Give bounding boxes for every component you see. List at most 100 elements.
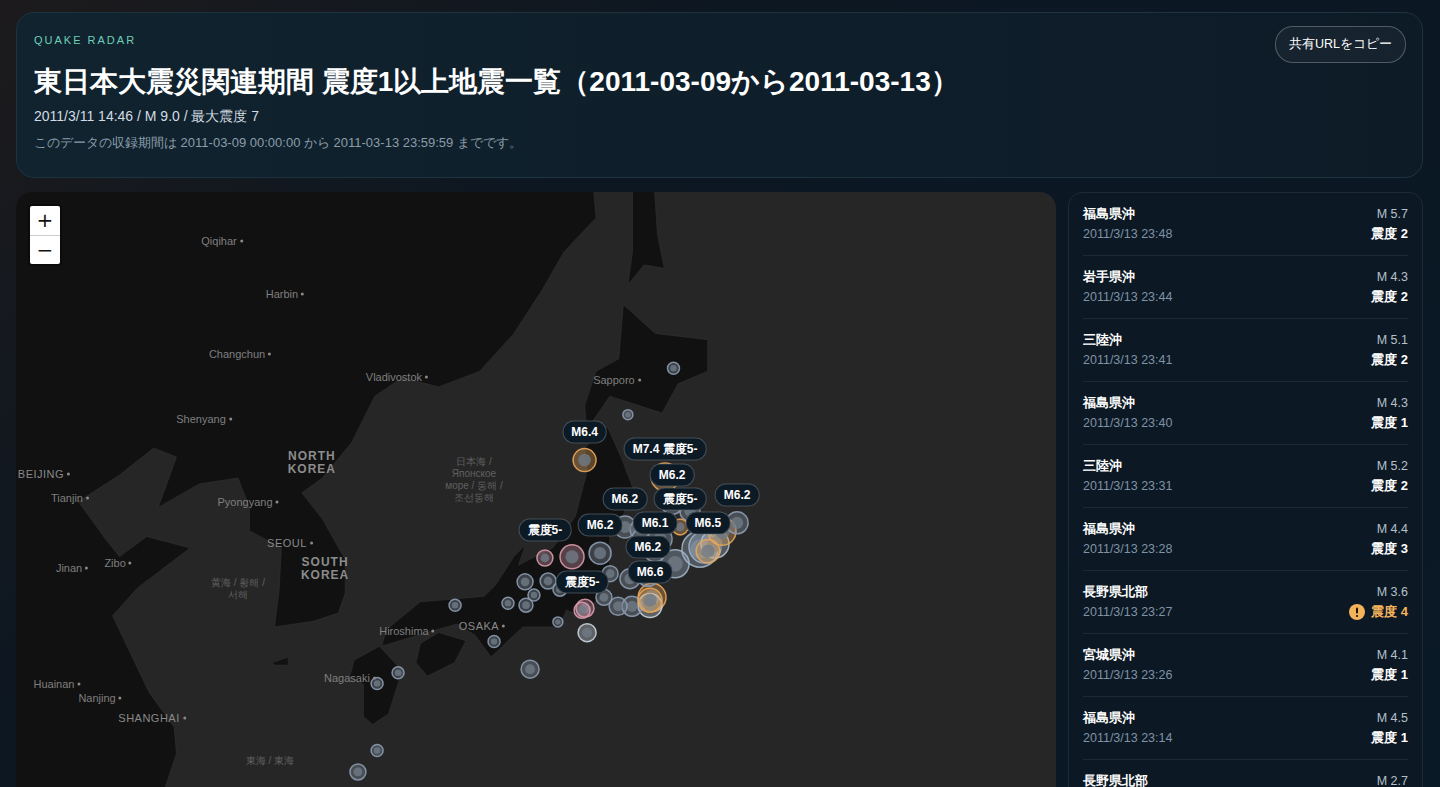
- event-row[interactable]: 福島県沖 2011/3/13 23:48 M 5.7 震度 2: [1083, 193, 1408, 256]
- event-time: 2011/3/13 23:40: [1083, 414, 1172, 432]
- quake-marker-core: [555, 619, 561, 625]
- quake-marker[interactable]: [517, 574, 533, 590]
- event-row[interactable]: 福島県沖 2011/3/13 23:14 M 4.5 震度 1: [1083, 697, 1408, 760]
- event-time: 2011/3/13 23:26: [1083, 666, 1172, 684]
- event-magnitude: M 4.4: [1371, 520, 1408, 538]
- quake-marker[interactable]: [574, 602, 590, 618]
- event-magnitude: M 4.3: [1371, 394, 1408, 412]
- map-place-label: NORTH KOREA: [277, 450, 347, 476]
- city-dot-icon: [425, 375, 428, 378]
- header-text: QUAKE RADAR 東日本大震災関連期間 震度1以上地震一覧（2011-03…: [34, 33, 959, 151]
- city-dot-icon: [502, 624, 505, 627]
- intensity-text: 震度 2: [1371, 288, 1408, 306]
- city-dot-icon: [240, 239, 243, 242]
- quake-label[interactable]: M6.1: [633, 512, 678, 535]
- quake-marker[interactable]: [502, 597, 514, 609]
- quake-marker[interactable]: [638, 588, 662, 612]
- event-info: 長野県北部 2011/3/13 23:27: [1083, 583, 1172, 621]
- event-metrics: M 4.1 震度 1: [1371, 646, 1408, 684]
- place-name: Zibo: [104, 556, 125, 569]
- quake-label[interactable]: M6.2: [603, 487, 648, 510]
- event-row[interactable]: 福島県沖 2011/3/13 23:40 M 4.3 震度 1: [1083, 382, 1408, 445]
- quake-marker[interactable]: [623, 410, 633, 420]
- map-place-label: Hiroshima: [379, 625, 435, 638]
- map-place-label: Qiqihar: [201, 234, 242, 247]
- quake-marker-core: [374, 680, 381, 687]
- quake-marker-core: [701, 545, 714, 558]
- event-list: 福島県沖 2011/3/13 23:48 M 5.7 震度 2岩手県沖 2011…: [1068, 192, 1423, 787]
- intensity-text: 震度 2: [1371, 351, 1408, 369]
- intensity-text: 震度 2: [1371, 477, 1408, 495]
- event-row[interactable]: 長野県北部 2011/3/13 23:27 M 3.6 震度 4: [1083, 571, 1408, 634]
- quake-marker[interactable]: [537, 550, 553, 566]
- zoom-out-button[interactable]: −: [30, 235, 60, 264]
- quake-marker[interactable]: [350, 764, 366, 780]
- quake-marker[interactable]: [667, 362, 679, 374]
- event-row[interactable]: 宮城県沖 2011/3/13 23:26 M 4.1 震度 1: [1083, 634, 1408, 697]
- map-place-label: 日本海 / Японское море / 동해 / 조선동해: [443, 456, 505, 504]
- zoom-in-button[interactable]: +: [30, 206, 60, 235]
- place-name: Nanjing: [78, 691, 115, 704]
- event-info: 岩手県沖 2011/3/13 23:44: [1083, 268, 1172, 306]
- land-shape: [382, 427, 633, 657]
- event-metrics: M 4.4 震度 3: [1371, 520, 1408, 558]
- quake-marker[interactable]: [578, 624, 596, 642]
- quake-marker[interactable]: [488, 636, 500, 648]
- quake-label[interactable]: 震度5-: [556, 571, 609, 594]
- place-name: OSAKA: [459, 619, 499, 632]
- place-name: SOUTH KOREA: [290, 556, 360, 582]
- city-dot-icon: [268, 352, 271, 355]
- quake-marker[interactable]: [449, 599, 461, 611]
- event-row[interactable]: 三陸沖 2011/3/13 23:41 M 5.1 震度 2: [1083, 319, 1408, 382]
- map[interactable]: Qiqihar Harbin Changchun Vladivostok She…: [16, 192, 1056, 787]
- event-row[interactable]: 岩手県沖 2011/3/13 23:44 M 4.3 震度 2: [1083, 256, 1408, 319]
- quake-label[interactable]: M6.5: [686, 512, 731, 535]
- intensity-text: 震度 1: [1371, 666, 1408, 684]
- place-name: Hiroshima: [379, 625, 429, 638]
- quake-marker-core: [578, 454, 591, 467]
- place-name: 東海 / 東海: [246, 755, 294, 767]
- quake-marker[interactable]: [573, 449, 596, 472]
- land-shape: [585, 304, 708, 430]
- event-metrics: M 3.6 震度 4: [1349, 583, 1408, 621]
- city-dot-icon: [301, 292, 304, 295]
- event-info: 三陸沖 2011/3/13 23:31: [1083, 457, 1172, 495]
- event-row[interactable]: 長野県北部 M 2.7: [1083, 760, 1408, 787]
- event-info: 三陸沖 2011/3/13 23:41: [1083, 331, 1172, 369]
- place-name: SEOUL: [267, 537, 307, 550]
- quake-label[interactable]: M6.4: [562, 421, 607, 444]
- quake-marker[interactable]: [371, 744, 383, 756]
- quake-marker[interactable]: [560, 545, 584, 569]
- event-row[interactable]: 三陸沖 2011/3/13 23:31 M 5.2 震度 2: [1083, 445, 1408, 508]
- quake-marker[interactable]: [696, 539, 720, 563]
- land-shape: [350, 646, 403, 724]
- quake-label[interactable]: 震度5-: [519, 518, 572, 541]
- quake-label[interactable]: 震度5-: [654, 487, 707, 510]
- intensity-text: 震度 3: [1371, 540, 1408, 558]
- map-place-label: SHANGHAI: [118, 711, 185, 724]
- quake-label[interactable]: M6.2: [715, 483, 760, 506]
- copy-share-url-button[interactable]: 共有URLをコピー: [1275, 26, 1406, 63]
- map-place-label: Nanjing: [78, 691, 121, 704]
- event-intensity: 震度 2: [1371, 351, 1408, 369]
- place-name: Vladivostok: [366, 370, 422, 383]
- quake-label[interactable]: M6.6: [628, 561, 673, 584]
- event-metrics: M 4.3 震度 1: [1371, 394, 1408, 432]
- quake-marker[interactable]: [392, 667, 404, 679]
- event-place: 福島県沖: [1083, 520, 1172, 538]
- quake-marker[interactable]: [521, 660, 539, 678]
- page-title: 東日本大震災関連期間 震度1以上地震一覧（2011-03-09から2011-03…: [34, 65, 959, 99]
- quake-marker[interactable]: [589, 542, 611, 564]
- quake-label[interactable]: M6.2: [650, 464, 695, 487]
- quake-marker[interactable]: [371, 678, 383, 690]
- quake-marker[interactable]: [519, 598, 533, 612]
- place-name: Huainan: [33, 677, 74, 690]
- event-intensity: 震度 1: [1371, 666, 1408, 684]
- main-area: Qiqihar Harbin Changchun Vladivostok She…: [16, 192, 1423, 787]
- event-row[interactable]: 福島県沖 2011/3/13 23:28 M 4.4 震度 3: [1083, 508, 1408, 571]
- quake-label[interactable]: M7.4 震度5-: [624, 438, 707, 461]
- quake-marker-core: [670, 365, 677, 372]
- quake-label[interactable]: M6.2: [578, 514, 623, 537]
- quake-marker[interactable]: [553, 617, 563, 627]
- quake-label[interactable]: M6.2: [626, 536, 671, 559]
